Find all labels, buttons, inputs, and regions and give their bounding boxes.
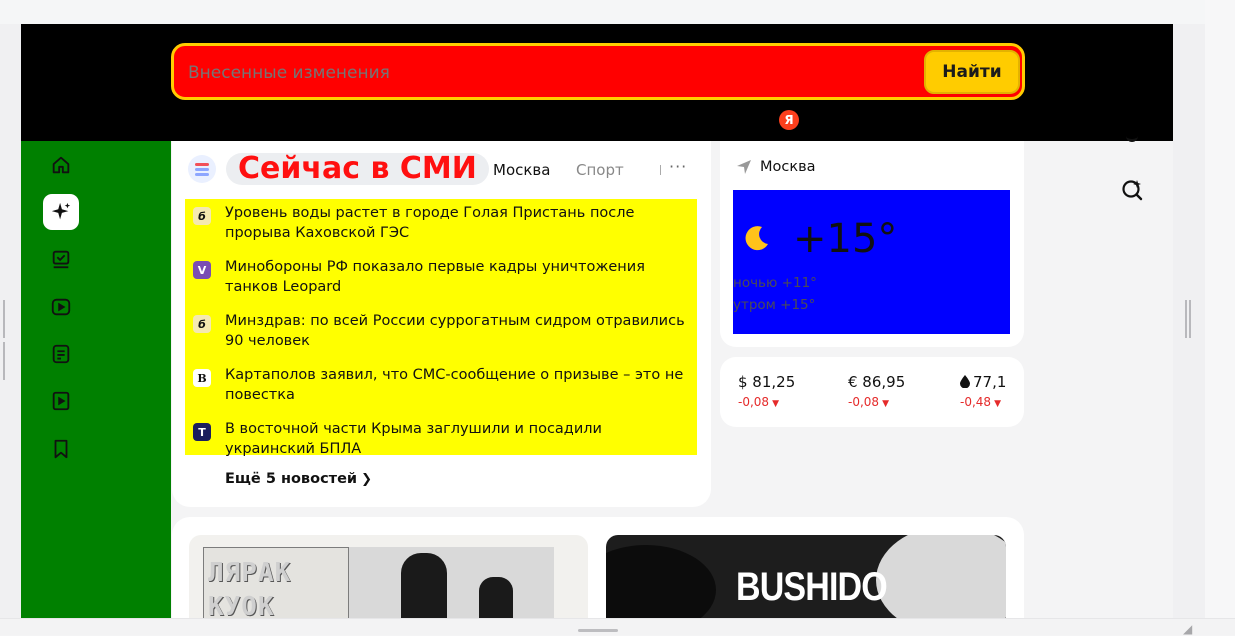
rate-usd[interactable]: $ 81,25 -0,08 ▼	[738, 373, 795, 409]
rate-change: -0,08	[738, 395, 770, 409]
source-logo-icon: б	[193, 207, 211, 225]
rate-value: $ 81,25	[738, 373, 796, 391]
list-item[interactable]: б Уровень воды растет в городе Голая При…	[185, 203, 697, 253]
search-button[interactable]: Найти	[924, 50, 1020, 94]
promo-image-1[interactable]: ЛЯРАК КУОК	[189, 535, 588, 618]
rate-value: 77,1	[973, 373, 1007, 391]
article-icon[interactable]	[43, 336, 79, 372]
browser-viewport: Найти Я Сейчас в СМИ Москва Спорт	[0, 0, 1235, 636]
more-icon[interactable]: ···	[669, 157, 687, 176]
sparkle-icon[interactable]	[43, 194, 79, 230]
rate-eur[interactable]: € 86,95 -0,08 ▼	[848, 373, 905, 409]
tab-moscow[interactable]: Москва	[493, 161, 550, 179]
bottom-resize-handle[interactable]	[578, 629, 618, 632]
down-arrow-icon: ▼	[882, 399, 889, 409]
down-arrow-icon: ▼	[772, 399, 779, 409]
news-headline[interactable]: Уровень воды растет в городе Голая Прист…	[225, 203, 695, 243]
source-logo-icon: В	[193, 369, 211, 387]
yandex-logo-icon[interactable]: Я	[779, 110, 799, 130]
video-icon[interactable]	[43, 289, 79, 325]
location-arrow-icon	[737, 160, 751, 174]
search-bar: Найти	[171, 43, 1025, 100]
source-logo-icon: Т	[193, 423, 211, 441]
person-figure	[401, 553, 447, 618]
promo-card: ЛЯРАК КУОК BUSHIDO	[172, 517, 1024, 618]
list-item[interactable]: В Картаполов заявил, что СМС-сообщение о…	[185, 365, 697, 415]
promo-title: BUSHIDO	[736, 565, 888, 609]
tasks-icon[interactable]	[43, 241, 79, 277]
news-title[interactable]: Сейчас в СМИ	[226, 153, 489, 185]
promo-image-2[interactable]: BUSHIDO	[606, 535, 1006, 618]
list-item[interactable]: Т В восточной части Крыма заглушили и по…	[185, 419, 697, 469]
moon-icon	[745, 226, 768, 251]
news-headline[interactable]: Картаполов заявил, что СМС-сообщение о п…	[225, 365, 695, 405]
rates-card: $ 81,25 -0,08 ▼ € 86,95 -0,08 ▼ 77,1 -0,48…	[720, 357, 1024, 427]
source-logo-icon: б	[193, 315, 211, 333]
news-headline[interactable]: Минобороны РФ показало первые кадры унич…	[225, 257, 695, 297]
down-arrow-icon: ▼	[994, 399, 1001, 409]
news-headline[interactable]: В восточной части Крыма заглушили и поса…	[225, 419, 695, 459]
refresh-search-icon[interactable]	[1119, 176, 1145, 202]
temperature: +15°	[793, 216, 898, 262]
window-edge	[1205, 0, 1235, 635]
weather-location[interactable]: Москва	[760, 159, 816, 175]
search-input[interactable]	[188, 60, 908, 86]
home-icon[interactable]	[43, 147, 79, 183]
rate-oil[interactable]: 77,1 -0,48 ▼	[960, 373, 1006, 409]
top-strip	[0, 0, 1235, 24]
news-icon	[188, 155, 216, 183]
news-headline[interactable]: Минздрав: по всей России суррогатным сид…	[225, 311, 695, 351]
news-list: б Уровень воды растет в городе Голая При…	[185, 199, 697, 457]
tab-sport[interactable]: Спорт	[576, 161, 624, 179]
weather-panel: +15° ночью +11° утром +15°	[733, 190, 1010, 334]
resize-grip-icon[interactable]: ◢	[1183, 622, 1197, 636]
partial-icon	[1126, 136, 1138, 142]
bookmark-icon[interactable]	[43, 431, 79, 467]
tab-separator	[660, 165, 661, 175]
rate-change: -0,48	[960, 395, 992, 409]
promo-figure-left	[606, 545, 716, 618]
expand-news-button[interactable]: Ещё 5 новостей ❯	[225, 471, 372, 487]
rate-value: € 86,95	[848, 373, 906, 391]
chevron-down-icon: ❯	[361, 472, 372, 487]
promo-figure-right	[876, 535, 1006, 618]
list-item[interactable]: б Минздрав: по всей России суррогатным с…	[185, 311, 697, 361]
promo-cover-subtitle: КУОК	[208, 592, 275, 618]
header: Найти Я	[21, 24, 1173, 141]
weather-morning: утром +15°	[733, 297, 816, 313]
source-logo-icon: V	[193, 261, 211, 279]
weather-night: ночью +11°	[733, 275, 817, 291]
promo-photo	[349, 547, 554, 618]
person-figure	[479, 577, 513, 618]
weather-card[interactable]: Москва +15° ночью +11° утром +15°	[720, 141, 1024, 347]
sidebar	[21, 141, 171, 618]
rate-change: -0,08	[848, 395, 880, 409]
play-icon[interactable]	[43, 383, 79, 419]
oil-drop-icon	[960, 375, 970, 389]
promo-cover: ЛЯРАК КУОК	[203, 547, 349, 618]
list-item[interactable]: V Минобороны РФ показало первые кадры ун…	[185, 257, 697, 307]
expand-label: Ещё 5 новостей	[225, 471, 358, 487]
bottom-strip	[0, 618, 1235, 635]
news-card: Сейчас в СМИ Москва Спорт ··· б Уровень …	[172, 141, 711, 507]
promo-cover-title: ЛЯРАК	[208, 558, 292, 588]
right-resize-handle[interactable]	[1185, 300, 1193, 340]
left-resize-handle[interactable]	[3, 300, 9, 380]
